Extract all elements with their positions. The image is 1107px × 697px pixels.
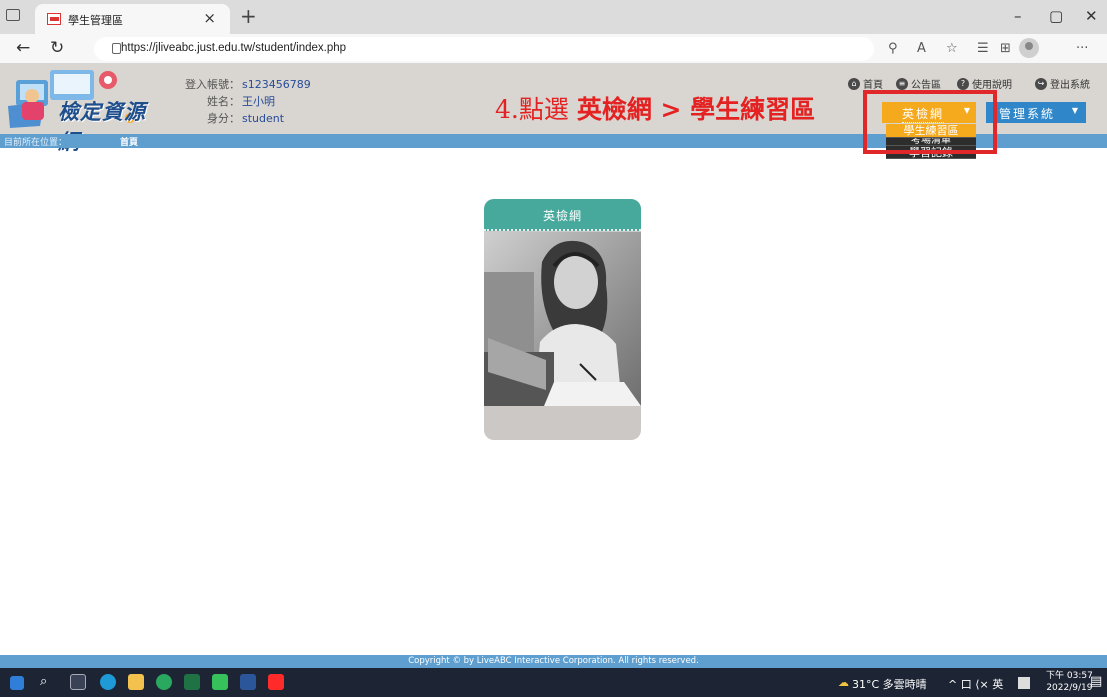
annotation-prefix: 4.點選 <box>495 95 577 124</box>
site-logo[interactable]: 檢定資源網 <box>4 66 164 154</box>
account-value: s123456789 <box>242 78 311 91</box>
home-link[interactable]: ⌂ 首頁 <box>848 76 883 91</box>
bulletin-icon: ≡ <box>896 77 908 90</box>
tab-close-icon[interactable]: × <box>203 9 216 27</box>
refresh-icon[interactable]: ↻ <box>50 38 64 58</box>
line-app-icon[interactable] <box>212 674 228 690</box>
new-tab-icon[interactable]: + <box>240 4 257 28</box>
role-label: 身分： <box>207 112 240 125</box>
logout-link-label: 登出系統 <box>1050 80 1090 91</box>
breadcrumb-home[interactable]: 首頁 <box>120 135 138 148</box>
card-header: 英檢網 <box>484 199 641 231</box>
back-icon[interactable]: ← <box>16 38 30 58</box>
bulletin-link[interactable]: ≡ 公告區 <box>896 76 941 91</box>
edge-browser-icon[interactable] <box>100 674 116 690</box>
english-test-card[interactable]: 英檢網 <box>484 199 641 440</box>
management-label: 管理系統 <box>999 107 1056 121</box>
more-menu-icon[interactable]: ··· <box>1076 41 1088 56</box>
help-link-label: 使用說明 <box>972 80 1012 91</box>
tab-title: 學生管理區 <box>68 14 123 27</box>
account-label: 登入帳號： <box>185 78 240 91</box>
window-close-icon[interactable]: ✕ <box>1085 7 1098 25</box>
clock-date: 2022/9/19 <box>1046 683 1093 693</box>
bulletin-link-label: 公告區 <box>911 80 941 91</box>
url-text: https://jliveabc.just.edu.tw/student/ind… <box>121 42 347 54</box>
excel-icon[interactable] <box>184 674 200 690</box>
url-field[interactable]: https://jliveabc.just.edu.tw/student/ind… <box>94 37 874 61</box>
tab-actions-icon[interactable] <box>6 9 20 21</box>
user-info-labels: 登入帳號： 姓名： 身分： <box>172 76 240 127</box>
role-value: student <box>242 112 285 125</box>
windows-start-icon[interactable] <box>10 676 24 690</box>
instruction-annotation: 4.點選 英檢網 > 學生練習區 <box>495 90 815 126</box>
student-photo-image <box>484 232 641 406</box>
site-footer: Copyright © by LiveABC Interactive Corpo… <box>0 655 1107 668</box>
search-icon[interactable]: ⌕ <box>40 674 47 689</box>
home-icon: ⌂ <box>848 77 860 90</box>
annotation-strong: 英檢網 > 學生練習區 <box>576 95 816 124</box>
help-icon: ? <box>957 77 969 90</box>
word-icon[interactable] <box>240 674 256 690</box>
favicon-icon <box>47 13 61 25</box>
system-tray[interactable]: ^ 口 ⟨× 英 <box>948 676 1003 692</box>
taskbar-clock[interactable]: 下午 03:57 2022/9/19 <box>1046 670 1093 694</box>
user-info-values: s123456789 王小明 student <box>242 76 311 127</box>
adobe-ai-icon[interactable] <box>268 674 284 690</box>
chrome-icon[interactable] <box>156 674 172 690</box>
browser-tab[interactable]: 學生管理區 × <box>35 4 230 34</box>
breadcrumb-label: 目前所在位置： <box>4 138 68 148</box>
weather-text[interactable]: 31°C 多雲時晴 <box>852 676 927 692</box>
password-key-icon[interactable]: ⚲ <box>888 41 898 56</box>
input-method-icon[interactable] <box>1018 677 1030 689</box>
read-aloud-icon[interactable]: A <box>917 41 926 56</box>
chevron-down-icon: ▼ <box>1071 106 1080 115</box>
restore-icon[interactable]: ▢ <box>1049 7 1063 25</box>
task-view-icon[interactable] <box>70 674 86 690</box>
file-explorer-icon[interactable] <box>128 674 144 690</box>
profile-avatar[interactable] <box>1019 38 1039 58</box>
browser-tab-strip: 學生管理區 × + – ▢ ✕ <box>0 0 1107 34</box>
windows-taskbar: ⌕ ☁ 31°C 多雲時晴 ^ 口 ⟨× 英 下午 03:57 2022/9/1… <box>0 668 1107 697</box>
logout-icon: ↪ <box>1035 77 1047 90</box>
help-link[interactable]: ? 使用說明 <box>957 76 1012 91</box>
name-label: 姓名： <box>207 95 240 108</box>
management-menu-button[interactable]: 管理系統 ▼ <box>986 102 1086 123</box>
copyright-text: Copyright © by LiveABC Interactive Corpo… <box>408 656 699 666</box>
minimize-icon[interactable]: – <box>1014 7 1022 25</box>
collections-icon[interactable]: ⊞ <box>1000 41 1011 56</box>
annotation-highlight-box <box>863 90 997 154</box>
notification-icon[interactable]: ▤ <box>1090 674 1102 689</box>
lock-icon <box>112 43 121 54</box>
logout-link[interactable]: ↪ 登出系統 <box>1035 76 1090 91</box>
name-value: 王小明 <box>242 95 275 108</box>
address-bar: ← ↻ https://jliveabc.just.edu.tw/student… <box>0 34 1107 64</box>
weather-icon[interactable]: ☁ <box>838 676 849 689</box>
add-favorite-icon[interactable]: ☆ <box>946 41 958 56</box>
home-link-label: 首頁 <box>863 80 883 91</box>
favorites-icon[interactable]: ☰ <box>977 41 989 56</box>
clock-time: 下午 03:57 <box>1046 671 1093 681</box>
card-title: 英檢網 <box>542 209 582 223</box>
